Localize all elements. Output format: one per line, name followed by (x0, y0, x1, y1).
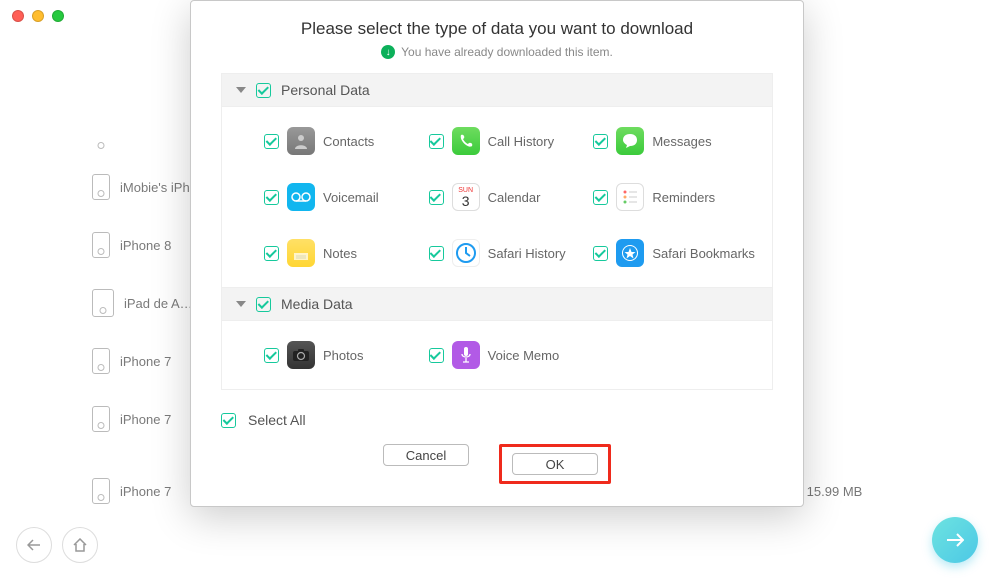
home-button[interactable] (62, 527, 98, 563)
close-window-button[interactable] (12, 10, 24, 22)
item-call-history[interactable]: Call History (429, 113, 594, 169)
item-contacts[interactable]: Contacts (264, 113, 429, 169)
select-data-modal: Please select the type of data you want … (190, 0, 804, 507)
checkbox[interactable] (264, 348, 279, 363)
device-name: iPhone 8 (120, 238, 192, 253)
checkbox-media-all[interactable] (256, 297, 271, 312)
modal-subtitle: ↓ You have already downloaded this item. (191, 45, 803, 73)
item-calendar[interactable]: SUN3Calendar (429, 169, 594, 225)
checkbox[interactable] (593, 246, 608, 261)
home-icon (72, 538, 88, 552)
modal-subtitle-text: You have already downloaded this item. (401, 45, 613, 59)
contacts-icon (287, 127, 315, 155)
media-items: Photos Voice Memo (222, 321, 772, 389)
section-title: Media Data (281, 296, 353, 312)
checkbox[interactable] (429, 348, 444, 363)
device-row[interactable]: iPad de Aaro (92, 274, 202, 332)
iphone-icon (92, 406, 110, 432)
iphone-icon (92, 232, 110, 258)
messages-icon (616, 127, 644, 155)
arrow-left-icon (27, 539, 41, 551)
device-row[interactable]: iPhone 7 (92, 390, 202, 448)
item-safari-history[interactable]: Safari History (429, 225, 594, 281)
modal-title: Please select the type of data you want … (191, 1, 803, 45)
item-safari-bookmarks[interactable]: Safari Bookmarks (593, 225, 758, 281)
section-header-personal[interactable]: Personal Data (222, 74, 772, 107)
checkbox[interactable] (264, 134, 279, 149)
iphone-icon (92, 348, 110, 374)
item-photos[interactable]: Photos (264, 327, 429, 383)
item-voicemail[interactable]: Voicemail (264, 169, 429, 225)
item-reminders[interactable]: Reminders (593, 169, 758, 225)
maximize-window-button[interactable] (52, 10, 64, 22)
ok-highlight: OK (499, 444, 611, 484)
device-name: iMobie's iPh (120, 180, 192, 195)
checkbox[interactable] (264, 190, 279, 205)
arrow-right-icon (946, 533, 964, 547)
checkbox-personal-all[interactable] (256, 83, 271, 98)
section-header-media[interactable]: Media Data (222, 287, 772, 321)
checkbox[interactable] (593, 134, 608, 149)
section-title: Personal Data (281, 82, 370, 98)
camera-icon (287, 341, 315, 369)
device-row[interactable] (92, 118, 202, 158)
checkbox[interactable] (429, 134, 444, 149)
minimize-window-button[interactable] (32, 10, 44, 22)
device-row[interactable]: iPhone 8 (92, 216, 202, 274)
modal-buttons: Cancel OK (191, 434, 803, 506)
notes-icon (287, 239, 315, 267)
iphone-icon (92, 478, 110, 504)
safari-bookmarks-icon (616, 239, 644, 267)
chevron-down-icon (236, 87, 246, 93)
checkbox-select-all[interactable] (221, 413, 236, 428)
device-name: iPhone 7 (120, 484, 171, 499)
nav-buttons (16, 527, 98, 563)
download-icon: ↓ (381, 45, 395, 59)
microphone-icon (452, 341, 480, 369)
voicemail-icon (287, 183, 315, 211)
select-all-label: Select All (248, 412, 306, 428)
chevron-down-icon (236, 301, 246, 307)
item-voice-memo[interactable]: Voice Memo (429, 327, 594, 383)
checkbox[interactable] (429, 246, 444, 261)
personal-items: Contacts Call History Messages Voicemail… (222, 107, 772, 287)
reminders-icon (616, 183, 644, 211)
device-name: iPad de Aaro (124, 296, 196, 311)
phone-icon (452, 127, 480, 155)
data-type-panel: Personal Data Contacts Call History Mess… (221, 73, 773, 390)
window-controls (12, 10, 64, 22)
checkbox[interactable] (593, 190, 608, 205)
calendar-icon: SUN3 (452, 183, 480, 211)
back-button[interactable] (16, 527, 52, 563)
safari-history-icon (452, 239, 480, 267)
checkbox[interactable] (264, 246, 279, 261)
item-notes[interactable]: Notes (264, 225, 429, 281)
ok-button[interactable]: OK (512, 453, 598, 475)
item-messages[interactable]: Messages (593, 113, 758, 169)
device-name: iPhone 7 (120, 354, 192, 369)
checkbox[interactable] (429, 190, 444, 205)
device-name: iPhone 7 (120, 412, 192, 427)
device-row[interactable]: iMobie's iPh (92, 158, 202, 216)
select-all-row[interactable]: Select All (191, 402, 803, 434)
cancel-button[interactable]: Cancel (383, 444, 469, 466)
device-row[interactable]: iPhone 7 (92, 332, 202, 390)
next-button[interactable] (932, 517, 978, 563)
device-list: iMobie's iPh iPhone 8 iPad de Aaro iPhon… (92, 118, 202, 448)
iphone-icon (92, 174, 110, 200)
ipad-icon (92, 289, 114, 317)
